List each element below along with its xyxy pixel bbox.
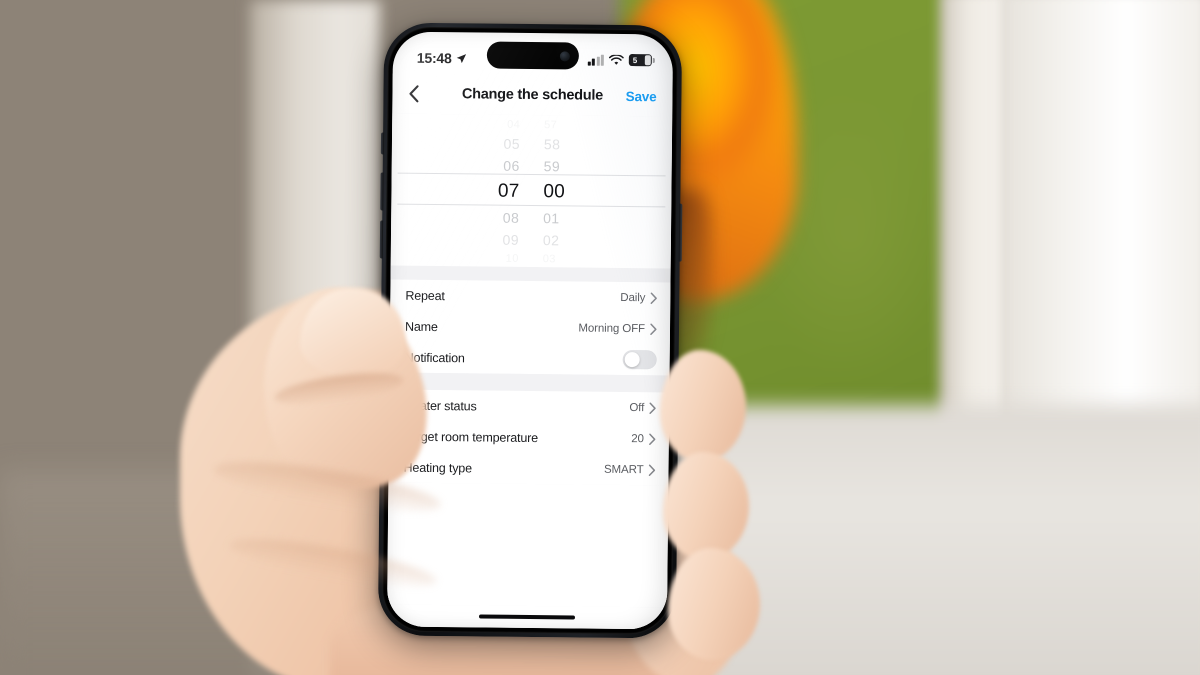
phone-screen: 15:48 5 Change the schedule Save 04 05 0… [386,31,674,630]
row-control: 20 [631,433,656,445]
row-value: Morning OFF [578,322,646,335]
battery-empty-portion [644,55,651,65]
row-value: SMART [603,463,644,476]
minute-option[interactable]: 58 [544,133,561,155]
cellular-bars-icon [587,54,604,66]
row-control: SMART [604,463,656,476]
row-control: Off [629,402,656,414]
status-bar-time-group: 15:48 [417,50,467,67]
row-label: Repeat [405,288,445,303]
status-bar-icons: 5 [587,54,652,67]
minute-option[interactable]: 03 [543,251,556,267]
hour-option[interactable]: 09 [502,229,519,251]
volume-up-button[interactable] [380,172,384,211]
schedule-settings-list: Repeat Daily Name Morning OFF Notificati… [389,279,671,376]
row-value: 20 [631,432,644,445]
mute-switch-button[interactable] [380,132,385,155]
minute-option[interactable]: 02 [543,229,560,251]
hand-finger [668,548,760,660]
home-indicator[interactable] [386,604,668,630]
screen-content: 04 05 06 07 08 09 10 57 58 59 00 01 02 0… [386,113,673,630]
back-button[interactable] [408,79,434,109]
row-target-room-temperature[interactable]: Target room temperature 20 [389,421,669,455]
row-control: Morning OFF [578,322,657,335]
row-name[interactable]: Name Morning OFF [390,311,670,345]
minute-picker-column[interactable]: 57 58 59 00 01 02 03 [531,117,605,268]
location-arrow-icon [456,53,466,63]
smartphone-device: 15:48 5 Change the schedule Save 04 05 0… [377,22,683,639]
chevron-right-icon [650,292,657,304]
save-button[interactable]: Save [626,88,657,103]
hour-option[interactable]: 04 [507,117,520,133]
status-bar: 15:48 5 [393,32,673,77]
chevron-right-icon [649,433,656,445]
time-picker[interactable]: 04 05 06 07 08 09 10 57 58 59 00 01 02 0… [390,113,673,269]
chevron-left-icon [409,85,419,103]
hour-option[interactable]: 05 [503,133,520,155]
minute-selected-value[interactable]: 00 [543,177,565,207]
row-notification[interactable]: Notification [390,342,670,376]
battery-icon: 5 [628,54,652,67]
chevron-right-icon [650,323,657,335]
chevron-right-icon [648,464,656,476]
hour-option[interactable]: 10 [506,251,519,267]
hand-finger [663,452,749,560]
background-picture-frame-outer [1000,0,1200,460]
hand-thumb-tip [300,288,405,378]
minute-option[interactable]: 57 [544,117,557,133]
volume-down-button[interactable] [379,220,384,259]
photo-scene: 15:48 5 Change the schedule Save 04 05 0… [0,0,1200,675]
hour-option[interactable]: 08 [503,207,520,229]
hour-picker-column[interactable]: 04 05 06 07 08 09 10 [459,116,533,267]
power-button[interactable] [678,203,683,262]
toggle-knob [624,351,641,368]
row-value: Daily [620,291,646,304]
chevron-right-icon [649,402,656,414]
row-control [622,349,657,370]
navigation-bar: Change the schedule Save [392,73,673,117]
hand-finger [660,350,746,462]
row-value: Off [629,401,645,414]
hour-selected-value[interactable]: 07 [498,177,520,207]
wifi-icon [608,54,624,65]
row-heating-type[interactable]: Heating type SMART [388,452,668,486]
front-camera-icon [559,50,570,61]
minute-option[interactable]: 59 [544,155,561,177]
dynamic-island [486,41,580,70]
row-repeat[interactable]: Repeat Daily [390,280,670,314]
heater-settings-list: Heater status Off Target room temperatur… [388,389,670,486]
home-indicator-bar [478,614,576,620]
minute-option[interactable]: 01 [543,207,560,229]
hour-option[interactable]: 06 [503,155,520,177]
notification-toggle[interactable] [622,349,657,370]
status-bar-clock: 15:48 [416,49,452,67]
row-control: Daily [620,291,657,304]
battery-level-label: 5 [632,55,638,65]
row-label: Name [404,319,438,334]
row-heater-status[interactable]: Heater status Off [389,390,669,424]
